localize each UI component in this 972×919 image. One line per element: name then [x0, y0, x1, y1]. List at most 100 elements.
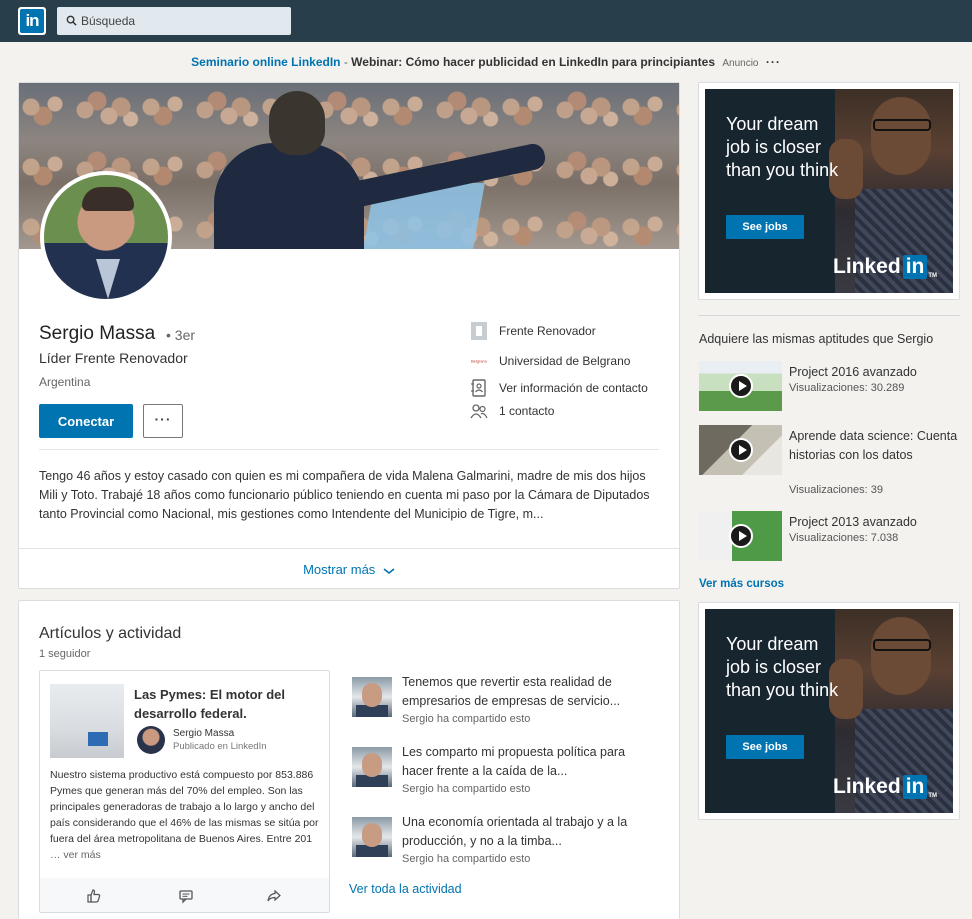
- course-thumbnail[interactable]: [699, 425, 782, 475]
- brand-trademark: TM: [928, 793, 938, 799]
- activity-item[interactable]: Una economía orientada al trabajo y a la…: [352, 813, 652, 871]
- activity-title: Artículos y actividad: [39, 625, 182, 642]
- see-jobs-button[interactable]: See jobs: [726, 215, 804, 239]
- top-nav: in: [0, 0, 972, 42]
- search-input[interactable]: [81, 7, 281, 35]
- ad-more-menu[interactable]: ···: [766, 55, 781, 69]
- ad-man-face: [871, 97, 931, 175]
- see-all-activity-link[interactable]: Ver toda la actividad: [349, 882, 462, 896]
- right-ad[interactable]: Your dream job is closer than you think …: [698, 82, 960, 300]
- ad-text[interactable]: Webinar: Cómo hacer publicidad en Linked…: [351, 55, 715, 69]
- course-title[interactable]: Aprende data science: Cuenta historias c…: [789, 427, 961, 465]
- profile-headline: Líder Frente Renovador: [39, 350, 188, 366]
- contact-info-row[interactable]: Ver información de contacto: [468, 378, 668, 398]
- article-thumbnail[interactable]: [50, 684, 124, 758]
- article-content: Las Pymes: El motor del desarrollo feder…: [40, 671, 329, 878]
- activity-card: Artículos y actividad 1 seguidor Las Pym…: [18, 600, 680, 919]
- brand-in-box: in: [902, 255, 928, 279]
- followers-count[interactable]: 1 seguidor: [39, 648, 90, 660]
- play-icon[interactable]: [729, 524, 753, 548]
- ad-image: Your dream job is closer than you think …: [705, 89, 953, 293]
- play-icon[interactable]: [729, 438, 753, 462]
- right-ad[interactable]: Your dream job is closer than you think …: [698, 602, 960, 820]
- profile-location: Argentina: [39, 375, 91, 389]
- activity-text[interactable]: Les comparto mi propuesta política para …: [402, 743, 652, 781]
- article-see-more[interactable]: … ver más: [50, 849, 101, 861]
- connect-button[interactable]: Conectar: [39, 404, 133, 438]
- cover-head: [269, 91, 325, 155]
- course-thumbnail[interactable]: [699, 511, 782, 561]
- school-row[interactable]: Belgrano Universidad de Belgrano: [468, 351, 668, 371]
- activity-thumbnail: [352, 747, 392, 787]
- activity-thumbnail: [352, 677, 392, 717]
- company-row[interactable]: Frente Renovador: [468, 321, 668, 341]
- linkedin-logo-mark: in: [20, 9, 44, 33]
- article-card[interactable]: Las Pymes: El motor del desarrollo feder…: [39, 670, 330, 913]
- search-icon: [66, 15, 77, 26]
- article-body: Nuestro sistema productivo está compuest…: [50, 767, 324, 863]
- avatar-hair: [82, 187, 134, 211]
- activity-shared: Sergio ha compartido esto: [402, 783, 531, 795]
- ad-man-face: [871, 617, 931, 695]
- show-more-divider: [19, 548, 679, 549]
- activity-item[interactable]: Tenemos que revertir esta realidad de em…: [352, 673, 652, 731]
- connection-degree: • 3er: [166, 327, 196, 343]
- course-views: Visualizaciones: 30.289: [789, 382, 905, 394]
- see-jobs-button[interactable]: See jobs: [726, 735, 804, 759]
- people-icon: [470, 404, 488, 419]
- course-thumbnail[interactable]: [699, 361, 782, 411]
- more-actions-button[interactable]: ···: [143, 404, 183, 438]
- school-logo-icon: Belgrano: [470, 358, 488, 364]
- activity-shared: Sergio ha compartido esto: [402, 713, 531, 725]
- see-more-courses-link[interactable]: Ver más cursos: [699, 578, 784, 590]
- article-title[interactable]: Las Pymes: El motor del desarrollo feder…: [134, 685, 324, 723]
- profile-card: Sergio Massa • 3er Líder Frente Renovado…: [18, 82, 680, 589]
- brand-text: Linked: [833, 775, 901, 798]
- course-views: Visualizaciones: 7.038: [789, 532, 899, 544]
- course-views: Visualizaciones: 39: [789, 484, 883, 496]
- activity-item[interactable]: Les comparto mi propuesta política para …: [352, 743, 652, 801]
- ad-headline: Your dream job is closer than you think: [726, 114, 839, 180]
- ad-headline: Your dream job is closer than you think: [726, 634, 839, 700]
- company-icon: [471, 322, 487, 340]
- brand-trademark: TM: [928, 273, 938, 279]
- profile-divider: [39, 449, 659, 450]
- article-author-avatar: [137, 726, 165, 754]
- linkedin-brand-logo: Linked in TM: [833, 775, 937, 799]
- school-name: Universidad de Belgrano: [499, 354, 631, 368]
- svg-text:Belgrano: Belgrano: [471, 359, 488, 364]
- profile-name: Sergio Massa: [39, 323, 156, 344]
- course-title[interactable]: Project 2016 avanzado: [789, 363, 961, 382]
- article-author: Sergio Massa: [173, 728, 235, 739]
- brand-text: Linked: [833, 255, 901, 278]
- comment-icon[interactable]: [178, 888, 194, 904]
- cover-person: [214, 143, 364, 249]
- thumbnail-face: [362, 753, 382, 777]
- search-box[interactable]: [57, 7, 291, 35]
- profile-avatar[interactable]: [40, 171, 172, 303]
- connections-count: 1 contacto: [499, 404, 555, 418]
- show-more-button[interactable]: Mostrar más: [19, 562, 679, 577]
- linkedin-logo[interactable]: in: [18, 7, 46, 35]
- share-icon[interactable]: [266, 888, 282, 904]
- show-more-label: Mostrar más: [303, 562, 376, 577]
- top-ad-banner: Seminario online LinkedIn - Webinar: Cóm…: [0, 55, 972, 69]
- activity-shared: Sergio ha compartido esto: [402, 853, 531, 865]
- connections-row[interactable]: 1 contacto: [468, 401, 668, 421]
- article-actions: [40, 878, 329, 912]
- courses-divider: [698, 315, 960, 316]
- activity-text[interactable]: Una economía orientada al trabajo y a la…: [402, 813, 652, 851]
- course-title[interactable]: Project 2013 avanzado: [789, 513, 961, 532]
- ad-label: Anuncio: [722, 58, 759, 69]
- like-icon[interactable]: [86, 888, 102, 904]
- contact-info-link[interactable]: Ver información de contacto: [499, 381, 648, 395]
- profile-summary: Tengo 46 años y estoy casado con quien e…: [39, 469, 650, 521]
- activity-text[interactable]: Tenemos que revertir esta realidad de em…: [402, 673, 652, 711]
- brand-in-box: in: [902, 775, 928, 799]
- thumbnail-face: [362, 823, 382, 847]
- linkedin-brand-logo: Linked in TM: [833, 255, 937, 279]
- article-thumbnail-detail: [88, 732, 108, 746]
- article-body-text: Nuestro sistema productivo está compuest…: [50, 769, 319, 845]
- ad-link[interactable]: Seminario online LinkedIn: [191, 55, 340, 69]
- play-icon[interactable]: [729, 374, 753, 398]
